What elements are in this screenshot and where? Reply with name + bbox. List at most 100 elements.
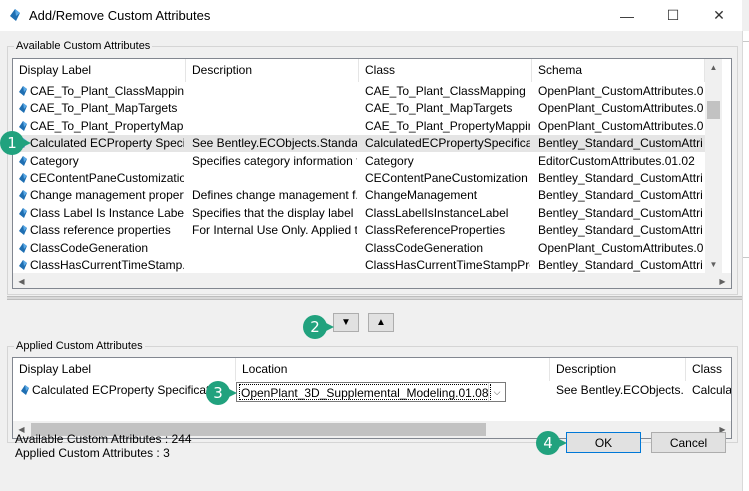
class-cell: ClassLabelIsInstanceLabel <box>365 205 530 222</box>
display-label-cell: Calculated ECProperty Speci... <box>19 135 184 152</box>
description-cell-text: Defines change management f... <box>192 188 357 203</box>
table-row[interactable]: ClassHasCurrentTimeStamp... ClassHasCurre… <box>13 257 705 274</box>
description-cell <box>192 100 357 117</box>
app-gem-icon <box>10 9 20 21</box>
class-cell: ClassCodeGeneration <box>365 240 530 257</box>
schema-cell: Bentley_Standard_CustomAttrib... <box>538 257 703 274</box>
scroll-up-arrow-icon[interactable]: ▲ <box>705 59 722 76</box>
schema-cell: OpenPlant_CustomAttributes.0... <box>538 83 703 100</box>
display-label-cell-text: Class Label Is Instance Label <box>30 205 184 220</box>
display-label-cell-text: CAE_To_Plant_MapTargets <box>30 101 178 116</box>
display-label-cell-text: Calculated ECProperty Speci... <box>30 136 184 151</box>
table-row[interactable]: CAE_To_Plant_PropertyMap... CAE_To_Plant_… <box>13 118 705 135</box>
attribute-gem-icon <box>19 86 27 96</box>
schema-cell-text: Bentley_Standard_CustomAttrib... <box>538 171 703 185</box>
table-row[interactable]: ClassCodeGeneration ClassCodeGeneration Op… <box>13 240 705 257</box>
ok-button[interactable]: OK <box>566 432 641 453</box>
scroll-left-arrow-icon[interactable]: ◀ <box>13 273 30 288</box>
location-dropdown[interactable]: OpenPlant_3D_Supplemental_Modeling.01.08… <box>236 382 506 402</box>
class-cell: CAE_To_Plant_PropertyMapping <box>365 118 530 135</box>
display-label-cell: Class reference properties <box>19 222 184 239</box>
column-header-class[interactable]: Class <box>686 358 731 381</box>
display-label-cell-text: CAE_To_Plant_ClassMapping <box>30 84 184 98</box>
display-label-cell-text: ClassCodeGeneration <box>30 240 149 255</box>
splitter[interactable] <box>7 296 742 300</box>
class-cell-text: ClassHasCurrentTimeStampPro... <box>365 258 530 272</box>
table-row[interactable]: CEContentPaneCustomization CEContentPaneC… <box>13 170 705 187</box>
display-label-cell: ClassCodeGeneration <box>19 240 184 257</box>
display-label-cell: ClassHasCurrentTimeStamp... <box>19 257 184 274</box>
class-cell: ClassReferenceProperties <box>365 222 530 239</box>
vertical-scroll-thumb[interactable] <box>707 101 720 119</box>
chevron-down-icon[interactable]: ⌵ <box>488 383 505 401</box>
scroll-down-arrow-icon[interactable]: ▼ <box>705 256 722 273</box>
description-cell: See Bentley.ECObjects.Standa... <box>192 135 357 152</box>
move-down-button[interactable]: ▼ <box>333 313 359 332</box>
column-header-description[interactable]: Description <box>186 59 359 82</box>
description-cell-text: Specifies that the display label ... <box>192 205 357 220</box>
table-row[interactable]: Category Specifies category information t… <box>13 153 705 170</box>
description-cell <box>192 118 357 135</box>
description-cell <box>192 83 357 100</box>
vertical-scrollbar[interactable]: ▲ ▼ <box>705 59 722 273</box>
schema-cell: Bentley_Standard_CustomAttrib... <box>538 205 703 222</box>
schema-cell-text: OpenPlant_CustomAttributes.0... <box>538 101 703 116</box>
class-cell: Category <box>365 153 530 170</box>
class-cell-text: ClassReferenceProperties <box>365 223 506 238</box>
applied-description-cell: See Bentley.ECObjects.... <box>556 383 684 397</box>
class-cell-text: ClassLabelIsInstanceLabel <box>365 205 509 220</box>
display-label-cell-text: CEContentPaneCustomization <box>30 171 184 185</box>
table-row[interactable]: Class Label Is Instance Label Specifies t… <box>13 205 705 222</box>
cancel-button[interactable]: Cancel <box>651 432 726 453</box>
attribute-gem-icon <box>19 242 27 253</box>
attribute-gem-icon <box>19 207 27 218</box>
class-cell: CalculatedECPropertySpecifica... <box>365 135 530 152</box>
available-attributes-list[interactable]: Display Label Description Class Schema C… <box>12 58 732 289</box>
description-cell: Defines change management f... <box>192 187 357 204</box>
schema-cell: Bentley_Standard_CustomAttrib... <box>538 135 703 152</box>
description-cell <box>192 170 357 187</box>
schema-cell-text: Bentley_Standard_CustomAttrib... <box>538 205 703 220</box>
class-cell-text: CalculatedECPropertySpecifica... <box>365 136 530 151</box>
callout-marker: 2 <box>303 315 334 339</box>
column-header-display-label[interactable]: Display Label <box>13 358 236 381</box>
table-row[interactable]: CAE_To_Plant_ClassMapping CAE_To_Plant_Cl… <box>13 83 705 100</box>
attribute-gem-icon <box>21 385 29 395</box>
class-cell-text: ClassCodeGeneration <box>365 240 484 255</box>
attribute-gem-icon <box>19 120 27 131</box>
display-label-cell-text: Change management properti... <box>30 188 184 203</box>
column-header-description[interactable]: Description <box>550 358 686 381</box>
column-header-class[interactable]: Class <box>359 59 532 82</box>
callout-marker: 4 <box>536 431 567 455</box>
display-label-cell-text: CAE_To_Plant_PropertyMap... <box>30 118 184 133</box>
schema-cell-text: Bentley_Standard_CustomAttrib... <box>538 136 703 151</box>
applied-group-label: Applied Custom Attributes <box>14 340 145 352</box>
horizontal-scrollbar[interactable]: ◀ ▶ <box>13 273 731 288</box>
table-row[interactable]: Calculated ECProperty Speci... See Bentle… <box>13 135 705 153</box>
class-cell-text: CAE_To_Plant_MapTargets <box>365 101 513 116</box>
table-row[interactable]: Change management properti... Defines cha… <box>13 187 705 204</box>
attribute-gem-icon <box>19 190 27 201</box>
close-button[interactable]: ✕ <box>696 0 742 31</box>
move-up-button[interactable]: ▲ <box>368 313 394 332</box>
scroll-right-arrow-icon[interactable]: ▶ <box>714 273 731 288</box>
display-label-cell: CAE_To_Plant_ClassMapping <box>19 83 184 100</box>
minimize-button[interactable]: — <box>604 0 650 31</box>
attribute-gem-icon <box>19 155 27 166</box>
column-header-location[interactable]: Location <box>236 358 550 381</box>
column-header-schema[interactable]: Schema <box>532 59 705 82</box>
attribute-gem-icon <box>19 225 27 236</box>
display-label-cell: Category <box>19 153 184 170</box>
schema-cell-text: OpenPlant_CustomAttributes.0... <box>538 240 703 255</box>
display-label-cell: Change management properti... <box>19 187 184 204</box>
display-label-cell-text: ClassHasCurrentTimeStamp... <box>30 258 184 272</box>
table-row[interactable]: Class reference properties For Internal U… <box>13 222 705 239</box>
callout-marker: 1 <box>0 131 31 155</box>
column-header-display-label[interactable]: Display Label <box>13 59 186 82</box>
table-row[interactable]: CAE_To_Plant_MapTargets CAE_To_Plant_MapT… <box>13 100 705 117</box>
schema-cell: Bentley_Standard_CustomAttrib... <box>538 187 703 204</box>
display-label-cell-text: Class reference properties <box>30 223 171 238</box>
schema-cell-text: EditorCustomAttributes.01.02 <box>538 153 695 168</box>
maximize-button[interactable]: ☐ <box>650 0 696 31</box>
display-label-cell: Class Label Is Instance Label <box>19 205 184 222</box>
